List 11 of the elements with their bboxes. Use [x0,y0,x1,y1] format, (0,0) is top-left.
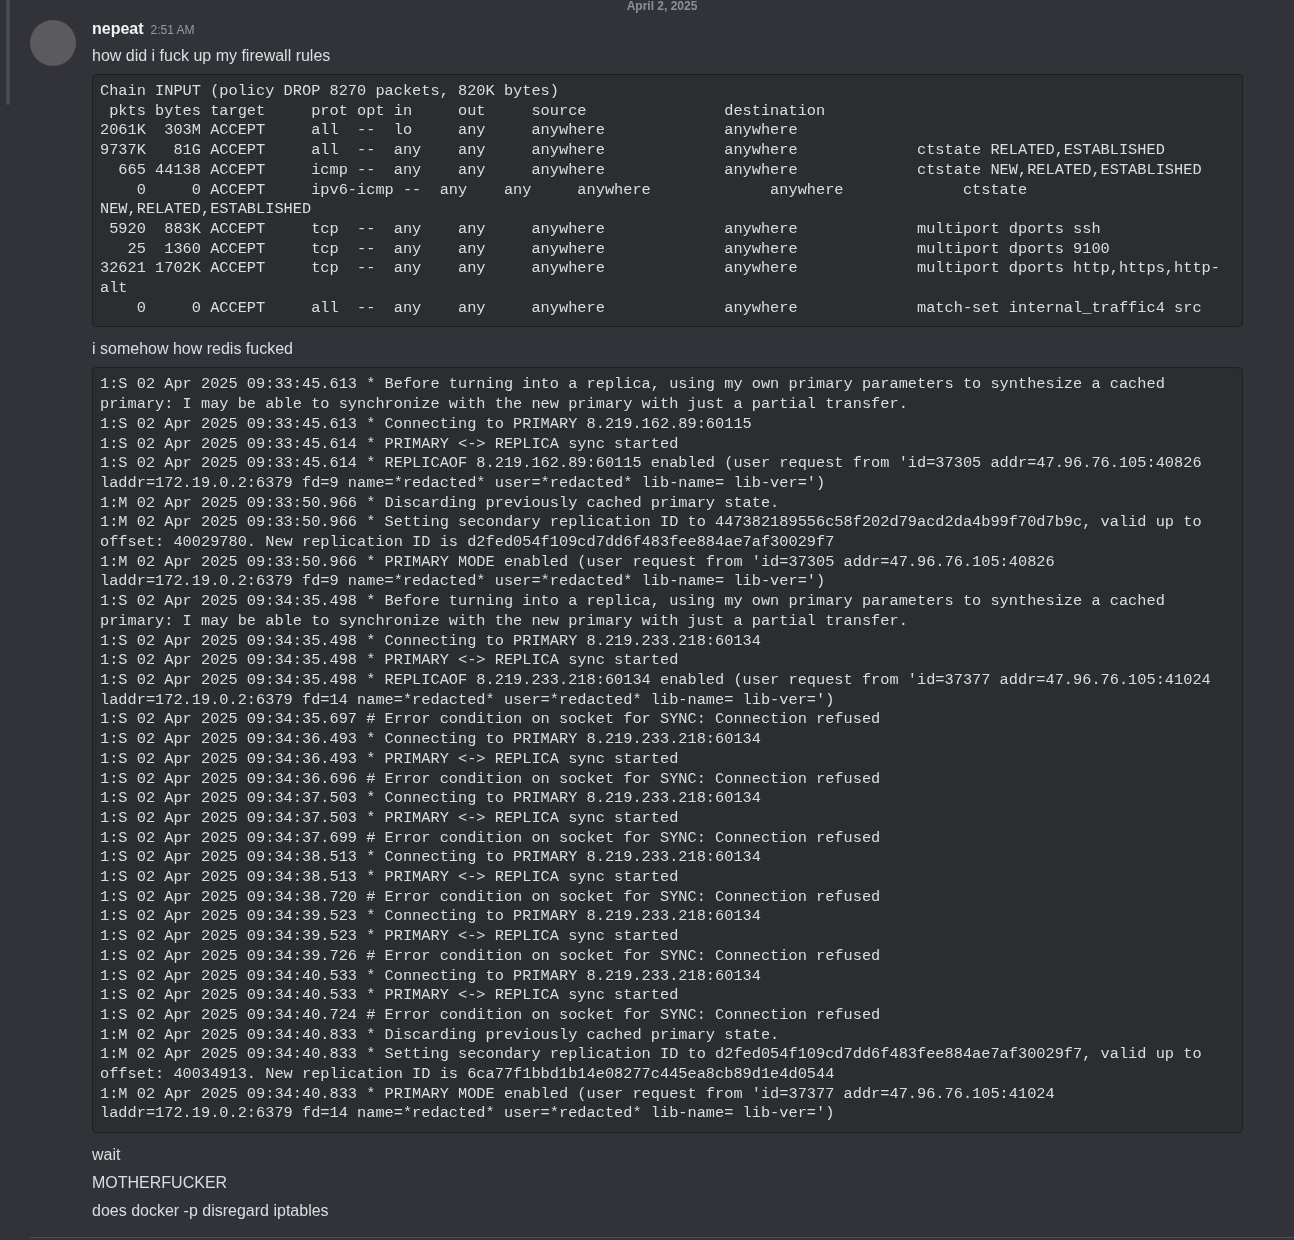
message-text: wait [92,1145,122,1166]
avatar [30,20,76,66]
message-text: does docker -p disregard iptables [92,1201,330,1222]
message-text: i somehow how redis fucked [92,339,294,360]
code-block: 1:S 02 Apr 2025 09:33:45.613 * Before turning into a replica, using my own primary parameters to synthesize a cached primary: I may be able to synchronize with the new primary with just a partial transfer. 1:S 02 Apr 2025 09:33:45.613 * Connecting to PRIMARY 8.219.162.89:60115 1:S 02 Apr 2025 09:33:45.614 * PRIMARY <-> REPLICA sync started 1:S 02 Apr 2025 09:33:45.614 * REPLICAOF 8.219.162.89:60115 enabled (user request from 'id=37305 addr=47.96.76.105:40826 laddr=172.19.0.2:6379 fd=9 name=*redacted* user=*redacted* lib-name= lib-ver=') 1:M 02 Apr 2025 09:33:50.966 * Discarding previously cached primary state. 1:M 02 Apr 2025 09:33:50.966 * Setting secondary replication ID to 447382189556c58f202d79acd2da4b99f70d7b9c, valid up to offset: 40029780. New replication ID is d2fed054f109cd7dd6f483fee884ae7af30029f7 1:M 02 Apr 2025 09:33:50.966 * PRIMARY MODE enabled (user request from 'id=37305 addr=47.96.76.105:40826 laddr=172.19.0.2:6379 fd=9 name=*redacted* user=*redacted* lib-name= lib-ver=') 1:S 02 Apr 2025 09:34:35.498 * Before turning into a replica, using my own primary parameters to synthesize a cached primary: I may be able to synchronize with the new primary with just a partial transfer. 1:S 02 Apr 2025 09:34:35.498 * Connecting to PRIMARY 8.219.233.218:60134 1:S 02 Apr 2025 09:34:35.498 * PRIMARY <-> REPLICA sync started 1:S 02 Apr 2025 09:34:35.498 * REPLICAOF 8.219.233.218:60134 enabled (user request from 'id=37377 addr=47.96.76.105:41024 laddr=172.19.0.2:6379 fd=14 name=*redacted* user=*redacted* lib-name= lib-ver=') 1:S 02 Apr 2025 09:34:35.697 # Error condition on socket for SYNC: Connection refused 1:S 02 Apr 2025 09:34:36.493 * Connecting to PRIMARY 8.219.233.218:60134 1:S 02 Apr 2025 09:34:36.493 * PRIMARY <-> REPLICA sync started 1:S 02 Apr 2025 09:34:36.696 # Error condition on socket for SYNC: Connection refused 1:S 02 Apr 2025 09:34:37.503 * Connecting to PRIMARY 8.219.233.218:60134 1:S 02 Apr 2025 09:34:37.503 * PRIMARY <-> REPLICA sync started 1:S 02 Apr 2025 09:34:37.699 # Error condition on socket for SYNC: Connection refused 1:S 02 Apr 2025 09:34:38.513 * Connecting to PRIMARY 8.219.233.218:60134 1:S 02 Apr 2025 09:34:38.513 * PRIMARY <-> REPLICA sync started 1:S 02 Apr 2025 09:34:38.720 # Error condition on socket for SYNC: Connection refused 1:S 02 Apr 2025 09:34:39.523 * Connecting to PRIMARY 8.219.233.218:60134 1:S 02 Apr 2025 09:34:39.523 * PRIMARY <-> REPLICA sync started 1:S 02 Apr 2025 09:34:39.726 # Error condition on socket for SYNC: Connection refused 1:S 02 Apr 2025 09:34:40.533 * Connecting to PRIMARY 8.219.233.218:60134 1:S 02 Apr 2025 09:34:40.533 * PRIMARY <-> REPLICA sync started 1:S 02 Apr 2025 09:34:40.724 # Error condition on socket for SYNC: Connection refused 1:M 02 Apr 2025 09:34:40.833 * Discarding previously cached primary state. 1:M 02 Apr 2025 09:34:40.833 * Setting secondary replication ID to d2fed054f109cd7dd6f483fee884ae7af30029f7, valid up to offset: 40034913. New replication ID is 6ca77f1bbd1b14e08277c445ea8cb89d1e4d0544 1:M 02 Apr 2025 09:34:40.833 * PRIMARY MODE enabled (user request from 'id=37377 addr=47.96.76.105:41024 laddr=172.19.0.2:6379 fd=14 name=*redacted* user=*redacted* lib-name= lib-ver=') [92,367,1243,1134]
code-block: Chain INPUT (policy DROP 8270 packets, 820K bytes) pkts bytes target prot opt in out source destination 2061K 303M ACCEPT all -- lo any anywhere anywhere 9737K 81G ACCEPT all -- any any anywhere anywhere ctstate RELATED,ESTABLISHED 665 44138 ACCEPT icmp -- any any anywhere anywhere ctstate NEW,RELATED,ESTABLISHED 0 0 ACCEPT ipv6-icmp -- any any anywhere anywhere ctstate NEW,RELATED,ESTABLISHED 5920 883K ACCEPT tcp -- any any anywhere anywhere multiport dports ssh 25 1360 ACCEPT tcp -- any any anywhere anywhere multiport dports 9100 32621 1702K ACCEPT tcp -- any any anywhere anywhere multiport dports http,https,http- alt 0 0 ACCEPT all -- any any anywhere anywhere match-set internal_traffic4 src [92,74,1243,328]
timestamp: 2:51 AM [150,23,195,37]
message-text: MOTHERFUCKER [92,1173,229,1194]
date-divider: April 2, 2025 [626,0,698,12]
message-text: how did i fuck up my firewall rules [92,46,332,66]
username[interactable]: nepeat [92,20,144,38]
